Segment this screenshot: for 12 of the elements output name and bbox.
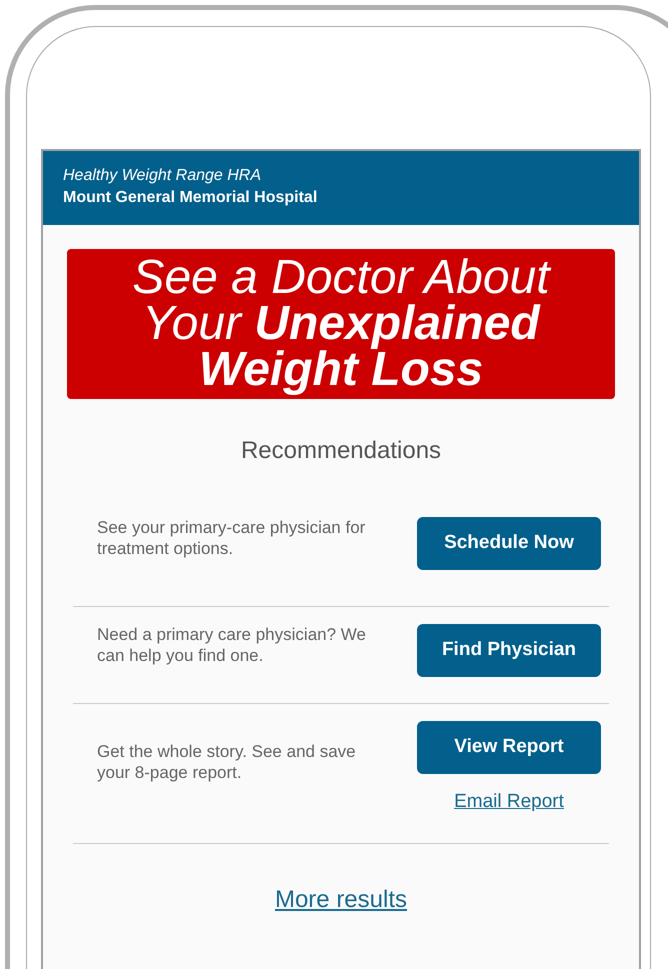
recommendation-text: Need a primary care physician? We can help you find one. [97, 624, 367, 666]
email-report-link[interactable]: Email Report [454, 788, 564, 816]
recommendation-text: See your primary-care physician for treatment options. [97, 517, 366, 559]
recommendations-heading: Recommendations [240, 436, 442, 466]
action-button[interactable]: Schedule Now [417, 517, 601, 570]
action-button[interactable]: Find Physician [417, 624, 601, 677]
more-results-link[interactable]: More results [274, 886, 408, 912]
recommendation-text: Get the whole story. See and save your 8-page report. [97, 741, 357, 783]
header-title: Mount General Memorial Hospital [63, 188, 318, 208]
alert-banner: See a Doctor About Your Unexplained Weight Loss [67, 249, 615, 399]
action-button[interactable]: View Report [417, 721, 601, 774]
header-subtitle: Healthy Weight Range HRA [63, 166, 262, 186]
